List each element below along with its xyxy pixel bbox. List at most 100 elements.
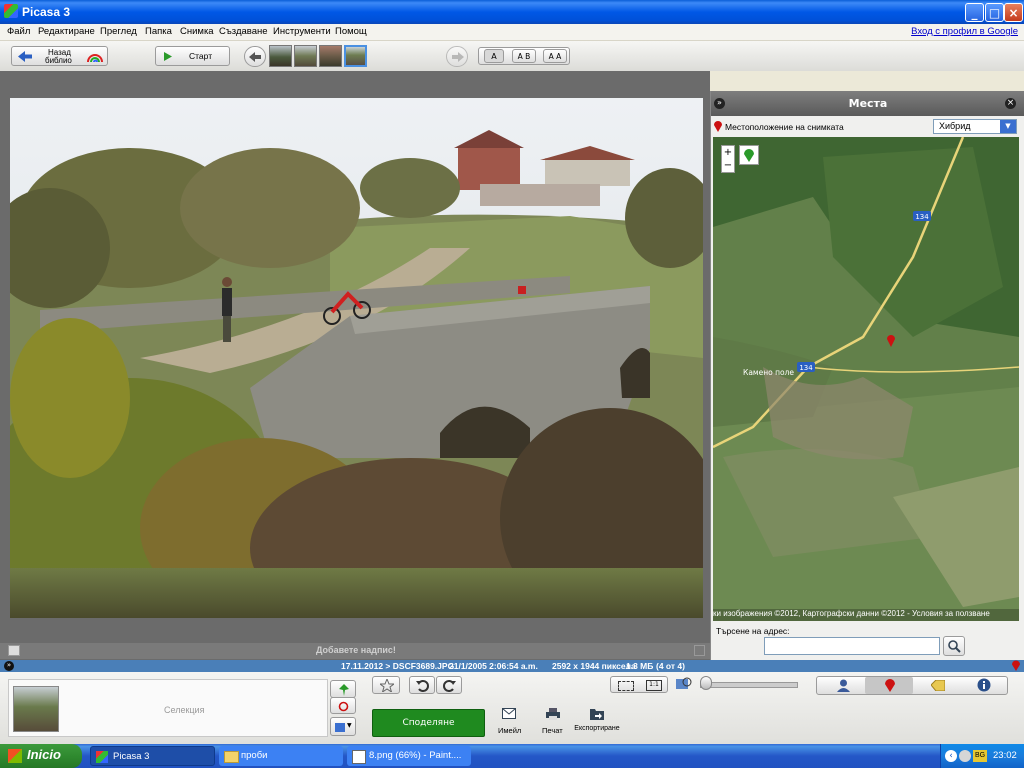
start-button[interactable]: Inicio (0, 744, 82, 768)
hold-button[interactable] (330, 680, 356, 698)
menu-create[interactable]: Създаване (219, 26, 268, 37)
zoom-in-button[interactable]: + (722, 146, 734, 159)
places-tab-active[interactable] (865, 677, 913, 694)
star-button[interactable] (372, 676, 400, 694)
person-icon (837, 679, 850, 692)
start-label: Inicio (27, 747, 61, 762)
actual-size-button[interactable]: 1:1 (646, 680, 662, 691)
bottom-panel: Селекция ▼ Споделяне Имейл Печат Експорт… (0, 672, 1024, 744)
rotate-left-button[interactable] (409, 676, 435, 694)
paint-icon (352, 750, 366, 764)
places-panel: » Места × Местоположение на снимката Хиб… (710, 91, 1024, 661)
share-button[interactable]: Споделяне (372, 709, 485, 737)
places-title: Места (848, 97, 888, 110)
zoom-slider-track[interactable] (700, 682, 798, 688)
email-button[interactable]: Имейл (496, 708, 522, 742)
map-type-select[interactable]: Хибрид ▼ (933, 119, 1017, 134)
maximize-button[interactable]: □ (985, 3, 1004, 22)
location-pin-icon (714, 121, 722, 132)
menu-picture[interactable]: Снимка (180, 26, 214, 37)
bridge-photo-image (10, 98, 703, 618)
back-label-line2: библио (45, 56, 72, 65)
system-tray: ‹ BG 23:02 (940, 744, 1024, 768)
tag-icon (931, 680, 945, 691)
caption-toggle-icon[interactable] (8, 645, 20, 656)
toolbar: Назад библио Старт A A B A A (0, 41, 1024, 71)
language-indicator[interactable]: BG (973, 750, 987, 762)
menu-bar: Файл Редактиране Преглед Папка Снимка Съ… (0, 24, 1024, 41)
info-tab[interactable] (966, 678, 1002, 693)
search-icon (948, 640, 961, 653)
town-label: Камено поле (743, 368, 794, 377)
album-icon (335, 723, 345, 732)
folder-icon (224, 751, 239, 763)
menu-tools[interactable]: Инструменти (273, 26, 331, 37)
album-add-button[interactable]: ▼ (330, 717, 356, 736)
place-marker-button[interactable] (739, 145, 759, 165)
caption-mode-ab-button[interactable]: A B (512, 49, 536, 63)
google-signin-link[interactable]: Вход с профил в Google (911, 26, 1018, 37)
email-label: Имейл (498, 726, 522, 735)
zoom-icon (676, 677, 692, 689)
info-icon (977, 678, 991, 692)
close-button[interactable]: × (1004, 3, 1023, 22)
clear-button[interactable] (330, 697, 356, 714)
slideshow-button[interactable]: Старт (155, 46, 230, 66)
satellite-map[interactable]: 134 134 Камено поле + − ки изображения ©… (713, 137, 1019, 621)
menu-view[interactable]: Преглед (100, 26, 137, 37)
menu-help[interactable]: Помощ (335, 26, 367, 37)
menu-file[interactable]: Файл (7, 26, 30, 37)
rotate-right-button[interactable] (436, 676, 462, 694)
previous-photo-button[interactable] (244, 46, 266, 67)
taskbar: Inicio Picasa 3 проби 8.png (66%) - Pain… (0, 744, 1024, 768)
printer-icon (546, 708, 560, 720)
windows-logo-icon (8, 749, 22, 763)
expand-icon[interactable]: » (4, 661, 14, 671)
filmstrip-thumb-1[interactable] (269, 45, 292, 67)
minimize-button[interactable]: _ (965, 3, 984, 22)
caption-mode-a-button[interactable]: A (484, 49, 504, 63)
search-button[interactable] (943, 636, 965, 656)
main-photo[interactable] (10, 98, 703, 618)
address-search-input[interactable] (764, 637, 940, 655)
close-panel-icon[interactable]: × (1005, 98, 1016, 109)
chevron-down-icon: ▼ (1000, 120, 1016, 133)
title-bar: Picasa 3 _ □ × (0, 0, 1024, 24)
tray-arrow-icon[interactable]: ‹ (945, 750, 957, 762)
task-picasa[interactable]: Picasa 3 (90, 746, 215, 766)
zoom-out-button[interactable]: − (722, 159, 734, 172)
filmstrip-thumb-4-selected[interactable] (344, 45, 367, 67)
fit-view-button[interactable] (618, 681, 634, 691)
rotate-right-icon (443, 680, 456, 692)
task-folder[interactable]: проби (219, 746, 343, 766)
caption-trash-icon[interactable] (694, 645, 705, 656)
tray-thumbnail[interactable] (13, 686, 59, 732)
road-label-134: 134 (915, 213, 929, 221)
address-search-label: Търсене на адрес: (716, 626, 790, 636)
caption-mode-aa-button[interactable]: A A (543, 49, 567, 63)
zoom-control: + − (721, 145, 735, 173)
export-label: Експортиране (574, 725, 620, 732)
menu-edit[interactable]: Редактиране (38, 26, 95, 37)
caption-input[interactable]: Добавете надпис! (316, 645, 396, 655)
tags-tab[interactable] (920, 678, 956, 693)
export-button[interactable]: Експортиране (573, 708, 621, 742)
zoom-slider-handle[interactable] (700, 676, 712, 690)
photo-tray: Селекция (8, 679, 328, 737)
filmstrip-thumb-2[interactable] (294, 45, 317, 67)
back-to-library-button[interactable]: Назад библио (11, 46, 108, 66)
status-bar: » 17.11.2012 > DSCF3689.JPG 21/1/2005 2:… (0, 660, 1024, 672)
menu-folder[interactable]: Папка (145, 26, 172, 37)
dropdown-arrow-icon: ▼ (347, 722, 352, 729)
view-toggle-group: 1:1 (610, 676, 668, 693)
print-button[interactable]: Печат (539, 708, 567, 742)
next-photo-button[interactable] (446, 46, 468, 67)
filmstrip-thumb-3[interactable] (319, 45, 342, 67)
tray-app-icon[interactable] (959, 750, 971, 762)
people-tab[interactable] (826, 678, 862, 693)
task-paint[interactable]: 8.png (66%) - Paint.... (347, 746, 471, 766)
pin-green-icon (339, 684, 349, 696)
road-label-134-b: 134 (799, 364, 813, 372)
print-label: Печат (542, 726, 563, 735)
photo-location-label: Местоположение на снимката (725, 122, 844, 132)
